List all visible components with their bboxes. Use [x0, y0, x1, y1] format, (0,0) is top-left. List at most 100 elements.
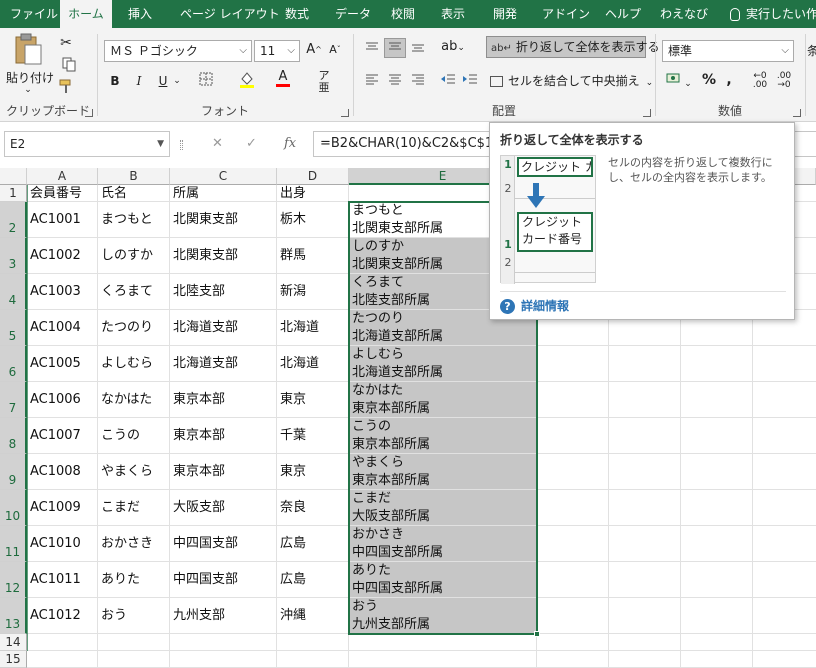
cell-c13[interactable]: 九州支部	[170, 598, 277, 634]
cell-a3[interactable]: AC1002	[27, 238, 98, 274]
comma-style-button[interactable]: ,	[722, 71, 736, 89]
increase-indent-icon[interactable]	[460, 72, 480, 90]
percent-style-button[interactable]: %	[700, 71, 718, 89]
cell-d10[interactable]: 奈良	[277, 490, 349, 526]
cell-b11[interactable]: おかさき	[98, 526, 170, 562]
fill-handle[interactable]	[534, 631, 540, 637]
tab-page-layout[interactable]: ページ レイアウト	[180, 0, 280, 28]
tab-waenavi[interactable]: わえなび	[660, 0, 708, 28]
cell-d7[interactable]: 東京	[277, 382, 349, 418]
cell-a10[interactable]: AC1009	[27, 490, 98, 526]
cell-d15[interactable]	[277, 651, 349, 668]
cell-c15[interactable]	[170, 651, 277, 668]
tab-review[interactable]: 校閲	[391, 0, 415, 28]
align-right-icon[interactable]	[408, 72, 428, 90]
cell-a15[interactable]	[27, 651, 98, 668]
copy-icon[interactable]	[56, 56, 82, 74]
cell-a8[interactable]: AC1007	[27, 418, 98, 454]
cell-a6[interactable]: AC1005	[27, 346, 98, 382]
select-all-corner[interactable]	[0, 168, 27, 185]
cell-a2[interactable]: AC1001	[27, 202, 98, 238]
cell-c9[interactable]: 東京本部	[170, 454, 277, 490]
row-header[interactable]: 15	[0, 651, 27, 668]
phonetic-icon[interactable]: ア亜	[314, 70, 334, 94]
tab-view[interactable]: 表示	[441, 0, 465, 28]
underline-dropdown[interactable]: ⌄	[172, 72, 182, 90]
cell-a4[interactable]: AC1003	[27, 274, 98, 310]
cell-c8[interactable]: 東京本部	[170, 418, 277, 454]
cell-c14[interactable]	[170, 634, 277, 651]
align-middle-icon[interactable]	[384, 38, 406, 58]
bold-button[interactable]: B	[106, 72, 124, 90]
font-name-combo[interactable]: ＭＳ Ｐゴシック ⌵	[104, 40, 252, 62]
row-header[interactable]: 7	[0, 382, 27, 418]
cell-c5[interactable]: 北海道支部	[170, 310, 277, 346]
cell-d12[interactable]: 広島	[277, 562, 349, 598]
font-launcher-icon[interactable]	[341, 109, 349, 117]
column-header-c[interactable]: C	[170, 168, 277, 185]
cell-d3[interactable]: 群馬	[277, 238, 349, 274]
cell-c3[interactable]: 北関東支部	[170, 238, 277, 274]
accounting-format-icon[interactable]: ⌄	[664, 72, 694, 93]
cell-b14[interactable]	[98, 634, 170, 651]
cell-c12[interactable]: 中四国支部	[170, 562, 277, 598]
cell-a11[interactable]: AC1010	[27, 526, 98, 562]
decrease-decimal-icon[interactable]: .00 →0	[774, 72, 794, 90]
cell-d13[interactable]: 沖縄	[277, 598, 349, 634]
cell-b7[interactable]: なかはた	[98, 382, 170, 418]
tab-developer[interactable]: 開発	[493, 0, 517, 28]
number-launcher-icon[interactable]	[793, 109, 801, 117]
cell-c2[interactable]: 北関東支部	[170, 202, 277, 238]
cell-d14[interactable]	[277, 634, 349, 651]
decrease-indent-icon[interactable]	[438, 72, 458, 90]
cell-b1[interactable]: 氏名	[98, 185, 170, 202]
cell-c10[interactable]: 大阪支部	[170, 490, 277, 526]
format-painter-icon[interactable]	[56, 78, 76, 96]
cell-b2[interactable]: まつもと	[98, 202, 170, 238]
name-box[interactable]: E2 ▼	[4, 131, 170, 157]
font-color-icon[interactable]: A	[270, 70, 296, 87]
row-header[interactable]: 8	[0, 418, 27, 454]
cell-d11[interactable]: 広島	[277, 526, 349, 562]
cell-b13[interactable]: おう	[98, 598, 170, 634]
tab-help[interactable]: ヘルプ	[605, 0, 641, 28]
italic-button[interactable]: I	[130, 72, 148, 90]
column-header-d[interactable]: D	[277, 168, 349, 185]
insert-function-icon[interactable]: fx	[284, 131, 296, 157]
row-header[interactable]: 4	[0, 274, 27, 310]
cell-a7[interactable]: AC1006	[27, 382, 98, 418]
align-center-icon[interactable]	[385, 72, 405, 90]
tab-data[interactable]: データ	[335, 0, 371, 28]
cell-d9[interactable]: 東京	[277, 454, 349, 490]
tab-insert[interactable]: 挿入	[128, 0, 152, 28]
cell-b8[interactable]: こうの	[98, 418, 170, 454]
grow-font-icon[interactable]: A^	[305, 41, 323, 59]
font-size-combo[interactable]: 11 ⌵	[254, 40, 300, 62]
tell-me-search[interactable]: 実行したい作	[730, 0, 816, 28]
tab-home[interactable]: ホーム	[60, 0, 112, 28]
row-header[interactable]: 3	[0, 238, 27, 274]
row-header[interactable]: 9	[0, 454, 27, 490]
align-left-icon[interactable]	[362, 72, 382, 90]
cell-b5[interactable]: たつのり	[98, 310, 170, 346]
cell-e14[interactable]	[349, 634, 537, 651]
cell-c7[interactable]: 東京本部	[170, 382, 277, 418]
row-header[interactable]: 13	[0, 598, 27, 634]
increase-decimal-icon[interactable]: ←0.00	[750, 72, 770, 90]
paste-button[interactable]: 貼り付け ⌄	[6, 32, 54, 95]
cell-b4[interactable]: くろまて	[98, 274, 170, 310]
cell-a9[interactable]: AC1008	[27, 454, 98, 490]
tab-file[interactable]: ファイル	[10, 0, 58, 28]
cancel-icon[interactable]: ✕	[212, 131, 223, 157]
cell-a13[interactable]: AC1012	[27, 598, 98, 634]
cell-b9[interactable]: やまくら	[98, 454, 170, 490]
merge-center-button[interactable]: セルを結合して中央揃え ⌄	[490, 72, 653, 92]
row-header[interactable]: 12	[0, 562, 27, 598]
row-header[interactable]: 2	[0, 202, 27, 238]
row-header[interactable]: 14	[0, 634, 27, 651]
wrap-text-button[interactable]: ab↵ 折り返して全体を表示する	[486, 36, 660, 58]
borders-icon[interactable]	[194, 72, 218, 91]
fill-color-icon[interactable]	[232, 70, 262, 93]
cell-d2[interactable]: 栃木	[277, 202, 349, 238]
shrink-font-icon[interactable]: Aˇ	[326, 41, 344, 59]
